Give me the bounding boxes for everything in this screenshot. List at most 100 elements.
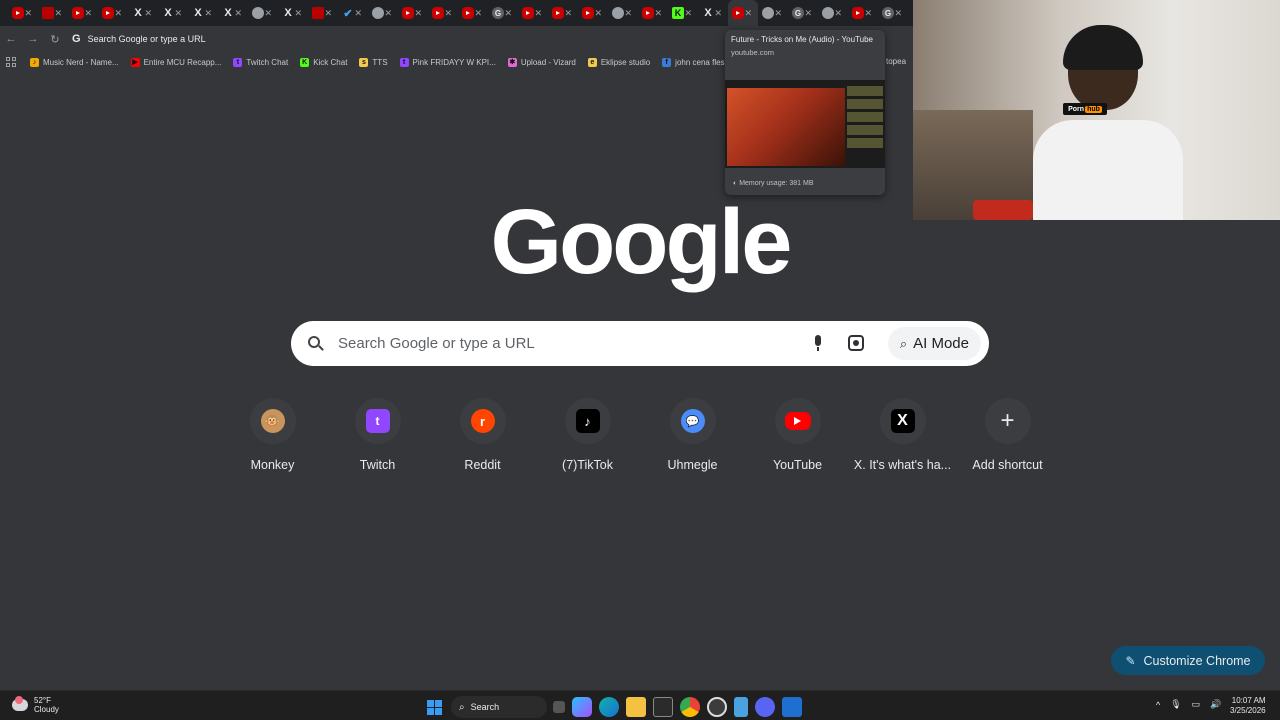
close-tab-icon[interactable]: ✕ — [294, 8, 302, 19]
shortcut-tile[interactable]: X X. It's what's ha... — [850, 398, 955, 472]
bookmark-item[interactable]: ♪ Music Nerd - Name... — [30, 57, 119, 67]
close-tab-icon[interactable]: ✕ — [444, 8, 452, 19]
browser-tab[interactable]: X ✕ — [218, 0, 248, 26]
close-tab-icon[interactable]: ✕ — [864, 8, 872, 19]
close-tab-icon[interactable]: ✕ — [474, 8, 482, 19]
browser-tab[interactable]: G ✕ — [878, 0, 908, 26]
close-tab-icon[interactable]: ✕ — [834, 8, 842, 19]
browser-tab[interactable]: ✕ — [818, 0, 848, 26]
close-tab-icon[interactable]: ✕ — [684, 8, 692, 19]
bookmark-item[interactable]: e Eklipse studio — [587, 57, 650, 67]
bookmark-item[interactable]: ✱ Upload - Vizard — [507, 57, 576, 67]
browser-tab[interactable]: G ✕ — [488, 0, 518, 26]
shortcut-tile[interactable]: 💬 Uhmegle — [640, 398, 745, 472]
browser-tab[interactable]: ✕ — [68, 0, 98, 26]
browser-tab[interactable]: ✔ ✕ — [338, 0, 368, 26]
browser-tab[interactable]: X ✕ — [278, 0, 308, 26]
shortcut-tile[interactable]: t Twitch — [325, 398, 430, 472]
shortcut-tile[interactable]: 🐵 Monkey — [220, 398, 325, 472]
browser-tab[interactable]: ✕ — [728, 0, 758, 26]
browser-tab[interactable]: ✕ — [848, 0, 878, 26]
bookmark-item[interactable]: t Twitch Chat — [233, 57, 288, 67]
browser-tab[interactable]: X ✕ — [698, 0, 728, 26]
close-tab-icon[interactable]: ✕ — [24, 8, 32, 19]
close-tab-icon[interactable]: ✕ — [144, 8, 152, 19]
browser-tab[interactable]: ✕ — [38, 0, 68, 26]
close-tab-icon[interactable]: ✕ — [114, 8, 122, 19]
task-view-icon[interactable] — [553, 701, 565, 713]
close-tab-icon[interactable]: ✕ — [324, 8, 332, 19]
store-icon[interactable] — [653, 697, 673, 717]
google-lens-icon[interactable] — [848, 335, 864, 351]
close-tab-icon[interactable]: ✕ — [354, 8, 362, 19]
close-tab-icon[interactable]: ✕ — [564, 8, 572, 19]
close-tab-icon[interactable]: ✕ — [84, 8, 92, 19]
close-tab-icon[interactable]: ✕ — [774, 8, 782, 19]
chrome-icon[interactable] — [680, 697, 700, 717]
browser-tab[interactable]: ✕ — [98, 0, 128, 26]
browser-tab[interactable]: X ✕ — [188, 0, 218, 26]
browser-tab[interactable]: ✕ — [308, 0, 338, 26]
taskbar-search[interactable]: ⌕ Search — [451, 696, 547, 718]
close-tab-icon[interactable]: ✕ — [234, 8, 242, 19]
close-tab-icon[interactable]: ✕ — [624, 8, 632, 19]
microphone-icon[interactable]: 🎙 — [1170, 699, 1181, 710]
browser-tab[interactable]: ✕ — [758, 0, 788, 26]
browser-tab[interactable]: ✕ — [248, 0, 278, 26]
shortcut-tile[interactable]: + Add shortcut — [955, 398, 1060, 472]
bookmark-item[interactable]: K Kick Chat — [300, 57, 347, 67]
close-tab-icon[interactable]: ✕ — [174, 8, 182, 19]
close-tab-icon[interactable]: ✕ — [414, 8, 422, 19]
browser-tab[interactable]: G ✕ — [788, 0, 818, 26]
close-tab-icon[interactable]: ✕ — [894, 8, 902, 19]
browser-tab[interactable]: ✕ — [638, 0, 668, 26]
search-input[interactable] — [338, 335, 778, 352]
browser-tab[interactable]: X ✕ — [158, 0, 188, 26]
browser-tab[interactable]: ✕ — [578, 0, 608, 26]
reload-button[interactable]: ↻ — [44, 33, 66, 46]
browser-tab[interactable]: ✕ — [548, 0, 578, 26]
close-tab-icon[interactable]: ✕ — [594, 8, 602, 19]
browser-tab[interactable]: ✕ — [608, 0, 638, 26]
close-tab-icon[interactable]: ✕ — [804, 8, 812, 19]
browser-tab[interactable]: ✕ — [398, 0, 428, 26]
shortcut-tile[interactable]: ♪ (7)TikTok — [535, 398, 640, 472]
taskbar-clock[interactable]: 10:07 AM 3/25/2026 — [1230, 696, 1266, 716]
edge-icon[interactable] — [599, 697, 619, 717]
notepad-icon[interactable] — [734, 697, 748, 717]
bookmark-overflow-label[interactable]: topea — [886, 57, 906, 66]
shortcut-tile[interactable]: YouTube — [745, 398, 850, 472]
file-explorer-icon[interactable] — [626, 697, 646, 717]
microphone-icon[interactable] — [813, 335, 823, 352]
weather-widget[interactable]: 52°F Cloudy — [12, 696, 59, 714]
close-tab-icon[interactable]: ✕ — [744, 8, 752, 19]
search-box[interactable]: ⌕ AI Mode — [291, 321, 989, 366]
browser-tab[interactable]: ✕ — [458, 0, 488, 26]
discord-icon[interactable] — [755, 697, 775, 717]
bookmark-item[interactable]: t Pink FRIDAYY W KPI... — [399, 57, 496, 67]
bookmark-item[interactable]: ▶ Entire MCU Recapp... — [130, 57, 221, 67]
network-icon[interactable]: ▭ — [1192, 699, 1201, 710]
forward-button[interactable]: → — [22, 33, 44, 45]
bookmark-item[interactable]: s TTS — [359, 57, 388, 67]
customize-chrome-button[interactable]: ✎ Customize Chrome — [1111, 646, 1265, 675]
ai-mode-button[interactable]: ⌕ AI Mode — [887, 327, 981, 360]
browser-tab[interactable]: ✕ — [428, 0, 458, 26]
back-button[interactable]: ← — [0, 33, 22, 45]
shortcut-tile[interactable]: r Reddit — [430, 398, 535, 472]
obs-icon[interactable] — [707, 697, 727, 717]
close-tab-icon[interactable]: ✕ — [264, 8, 272, 19]
chevron-up-icon[interactable]: ^ — [1156, 700, 1160, 710]
close-tab-icon[interactable]: ✕ — [54, 8, 62, 19]
remote-app-icon[interactable] — [782, 697, 802, 717]
close-tab-icon[interactable]: ✕ — [654, 8, 662, 19]
close-tab-icon[interactable]: ✕ — [534, 8, 542, 19]
close-tab-icon[interactable]: ✕ — [714, 8, 722, 19]
close-tab-icon[interactable]: ✕ — [504, 8, 512, 19]
browser-tab[interactable]: ✕ — [518, 0, 548, 26]
browser-tab[interactable]: K ✕ — [668, 0, 698, 26]
start-button[interactable] — [424, 697, 444, 717]
address-bar[interactable]: G Search Google or type a URL — [72, 33, 206, 45]
close-tab-icon[interactable]: ✕ — [384, 8, 392, 19]
browser-tab[interactable]: ✕ — [368, 0, 398, 26]
